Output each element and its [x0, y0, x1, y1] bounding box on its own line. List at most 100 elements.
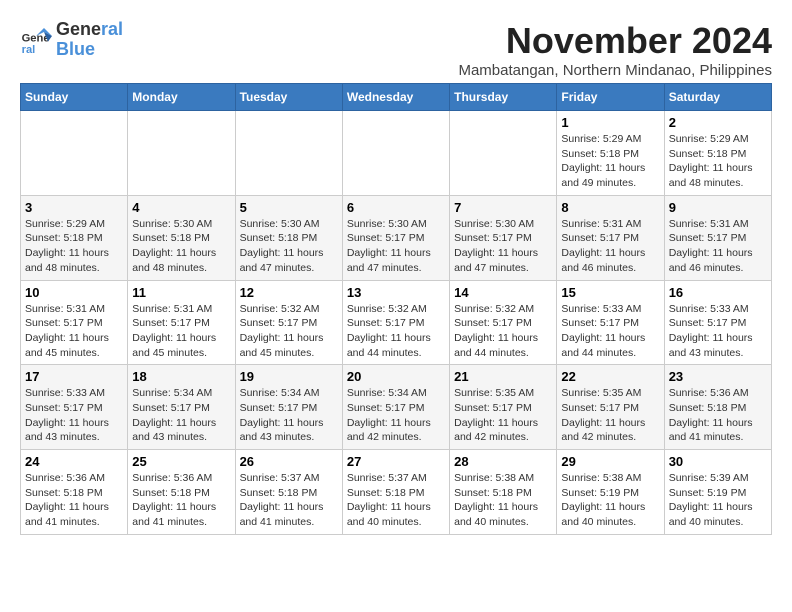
day-number: 11	[132, 285, 230, 300]
day-number: 13	[347, 285, 445, 300]
day-info: Sunrise: 5:31 AM Sunset: 5:17 PM Dayligh…	[669, 217, 767, 276]
day-info: Sunrise: 5:30 AM Sunset: 5:18 PM Dayligh…	[240, 217, 338, 276]
day-info: Sunrise: 5:32 AM Sunset: 5:17 PM Dayligh…	[454, 302, 552, 361]
calendar-day-7: 7 Sunrise: 5:30 AM Sunset: 5:17 PM Daylig…	[450, 195, 557, 280]
calendar-day-14: 14 Sunrise: 5:32 AM Sunset: 5:17 PM Dayli…	[450, 280, 557, 365]
day-number: 25	[132, 454, 230, 469]
day-number: 18	[132, 369, 230, 384]
calendar-header-monday: Monday	[128, 84, 235, 111]
svg-text:ral: ral	[22, 44, 36, 56]
page-header: Gene ral General Blue November 2024 Mamb…	[20, 20, 772, 79]
day-info: Sunrise: 5:31 AM Sunset: 5:17 PM Dayligh…	[132, 302, 230, 361]
location-subtitle: Mambatangan, Northern Mindanao, Philippi…	[458, 62, 772, 79]
day-number: 6	[347, 200, 445, 215]
day-info: Sunrise: 5:30 AM Sunset: 5:17 PM Dayligh…	[347, 217, 445, 276]
calendar-empty-cell	[235, 111, 342, 196]
calendar-day-10: 10Sunrise: 5:31 AM Sunset: 5:17 PM Dayli…	[21, 280, 128, 365]
calendar-day-17: 17 Sunrise: 5:33 AM Sunset: 5:17 PM Dayli…	[21, 365, 128, 450]
calendar-day-1: 1Sunrise: 5:29 AM Sunset: 5:18 PM Daylig…	[557, 111, 664, 196]
day-number: 3	[25, 200, 123, 215]
day-info: Sunrise: 5:32 AM Sunset: 5:17 PM Dayligh…	[240, 302, 338, 361]
calendar-day-18: 18 Sunrise: 5:34 AM Sunset: 5:17 PM Dayli…	[128, 365, 235, 450]
day-number: 20	[347, 369, 445, 384]
day-info: Sunrise: 5:36 AM Sunset: 5:18 PM Dayligh…	[132, 471, 230, 530]
calendar-header-saturday: Saturday	[664, 84, 771, 111]
day-number: 27	[347, 454, 445, 469]
day-number: 9	[669, 200, 767, 215]
day-number: 14	[454, 285, 552, 300]
day-number: 30	[669, 454, 767, 469]
calendar-empty-cell	[128, 111, 235, 196]
calendar-header-sunday: Sunday	[21, 84, 128, 111]
calendar-week-row: 10 Sunrise: 5:31 AM Sunset: 5:17 PM Dayli…	[21, 280, 772, 365]
calendar-header-wednesday: Wednesday	[342, 84, 449, 111]
day-number: 16	[669, 285, 767, 300]
calendar-day-28: 28 Sunrise: 5:38 AM Sunset: 5:18 PM Dayli…	[450, 450, 557, 535]
day-info: Sunrise: 5:36 AM Sunset: 5:18 PM Dayligh…	[669, 386, 767, 445]
calendar-day-8: 8 Sunrise: 5:31 AM Sunset: 5:17 PM Daylig…	[557, 195, 664, 280]
calendar-header-row: SundayMondayTuesdayWednesdayThursdayFrid…	[21, 84, 772, 111]
day-number: 7	[454, 200, 552, 215]
day-info: Sunrise: 5:34 AM Sunset: 5:17 PM Dayligh…	[240, 386, 338, 445]
day-info: Sunrise: 5:33 AM Sunset: 5:17 PM Dayligh…	[25, 386, 123, 445]
day-number: 1	[561, 115, 659, 130]
calendar-day-16: 16Sunrise: 5:33 AM Sunset: 5:17 PM Dayli…	[664, 280, 771, 365]
calendar-day-15: 15Sunrise: 5:33 AM Sunset: 5:17 PM Dayli…	[557, 280, 664, 365]
calendar-table: SundayMondayTuesdayWednesdayThursdayFrid…	[20, 83, 772, 535]
day-info: Sunrise: 5:35 AM Sunset: 5:17 PM Dayligh…	[454, 386, 552, 445]
calendar-day-24: 24 Sunrise: 5:36 AM Sunset: 5:18 PM Dayli…	[21, 450, 128, 535]
day-info: Sunrise: 5:38 AM Sunset: 5:19 PM Dayligh…	[561, 471, 659, 530]
day-number: 15	[561, 285, 659, 300]
day-info: Sunrise: 5:36 AM Sunset: 5:18 PM Dayligh…	[25, 471, 123, 530]
logo: Gene ral General Blue	[20, 20, 123, 60]
calendar-header-thursday: Thursday	[450, 84, 557, 111]
day-number: 17	[25, 369, 123, 384]
day-info: Sunrise: 5:30 AM Sunset: 5:18 PM Dayligh…	[132, 217, 230, 276]
day-number: 26	[240, 454, 338, 469]
day-number: 24	[25, 454, 123, 469]
calendar-header-tuesday: Tuesday	[235, 84, 342, 111]
day-info: Sunrise: 5:34 AM Sunset: 5:17 PM Dayligh…	[347, 386, 445, 445]
calendar-day-12: 12 Sunrise: 5:32 AM Sunset: 5:17 PM Dayli…	[235, 280, 342, 365]
day-number: 12	[240, 285, 338, 300]
calendar-day-30: 30 Sunrise: 5:39 AM Sunset: 5:19 PM Dayli…	[664, 450, 771, 535]
calendar-day-20: 20 Sunrise: 5:34 AM Sunset: 5:17 PM Dayli…	[342, 365, 449, 450]
calendar-day-25: 25 Sunrise: 5:36 AM Sunset: 5:18 PM Dayli…	[128, 450, 235, 535]
day-number: 10	[25, 285, 123, 300]
calendar-empty-cell	[450, 111, 557, 196]
day-number: 4	[132, 200, 230, 215]
calendar-day-11: 11 Sunrise: 5:31 AM Sunset: 5:17 PM Dayli…	[128, 280, 235, 365]
calendar-week-row: 1Sunrise: 5:29 AM Sunset: 5:18 PM Daylig…	[21, 111, 772, 196]
logo-icon: Gene ral	[20, 24, 52, 56]
day-info: Sunrise: 5:31 AM Sunset: 5:17 PM Dayligh…	[561, 217, 659, 276]
day-number: 22	[561, 369, 659, 384]
calendar-week-row: 3 Sunrise: 5:29 AM Sunset: 5:18 PM Daylig…	[21, 195, 772, 280]
day-info: Sunrise: 5:30 AM Sunset: 5:17 PM Dayligh…	[454, 217, 552, 276]
calendar-day-13: 13Sunrise: 5:32 AM Sunset: 5:17 PM Dayli…	[342, 280, 449, 365]
calendar-day-9: 9 Sunrise: 5:31 AM Sunset: 5:17 PM Daylig…	[664, 195, 771, 280]
day-info: Sunrise: 5:29 AM Sunset: 5:18 PM Dayligh…	[25, 217, 123, 276]
day-number: 29	[561, 454, 659, 469]
calendar-day-4: 4 Sunrise: 5:30 AM Sunset: 5:18 PM Daylig…	[128, 195, 235, 280]
day-number: 8	[561, 200, 659, 215]
day-info: Sunrise: 5:35 AM Sunset: 5:17 PM Dayligh…	[561, 386, 659, 445]
day-info: Sunrise: 5:37 AM Sunset: 5:18 PM Dayligh…	[347, 471, 445, 530]
calendar-day-26: 26 Sunrise: 5:37 AM Sunset: 5:18 PM Dayli…	[235, 450, 342, 535]
day-number: 28	[454, 454, 552, 469]
month-title: November 2024	[458, 20, 772, 62]
calendar-week-row: 24 Sunrise: 5:36 AM Sunset: 5:18 PM Dayli…	[21, 450, 772, 535]
title-area: November 2024 Mambatangan, Northern Mind…	[458, 20, 772, 79]
day-info: Sunrise: 5:34 AM Sunset: 5:17 PM Dayligh…	[132, 386, 230, 445]
day-info: Sunrise: 5:38 AM Sunset: 5:18 PM Dayligh…	[454, 471, 552, 530]
calendar-week-row: 17 Sunrise: 5:33 AM Sunset: 5:17 PM Dayli…	[21, 365, 772, 450]
day-number: 23	[669, 369, 767, 384]
calendar-header-friday: Friday	[557, 84, 664, 111]
calendar-day-3: 3 Sunrise: 5:29 AM Sunset: 5:18 PM Daylig…	[21, 195, 128, 280]
calendar-day-22: 22 Sunrise: 5:35 AM Sunset: 5:17 PM Dayli…	[557, 365, 664, 450]
day-info: Sunrise: 5:37 AM Sunset: 5:18 PM Dayligh…	[240, 471, 338, 530]
day-info: Sunrise: 5:39 AM Sunset: 5:19 PM Dayligh…	[669, 471, 767, 530]
day-number: 2	[669, 115, 767, 130]
day-number: 19	[240, 369, 338, 384]
calendar-day-29: 29 Sunrise: 5:38 AM Sunset: 5:19 PM Dayli…	[557, 450, 664, 535]
calendar-empty-cell	[342, 111, 449, 196]
